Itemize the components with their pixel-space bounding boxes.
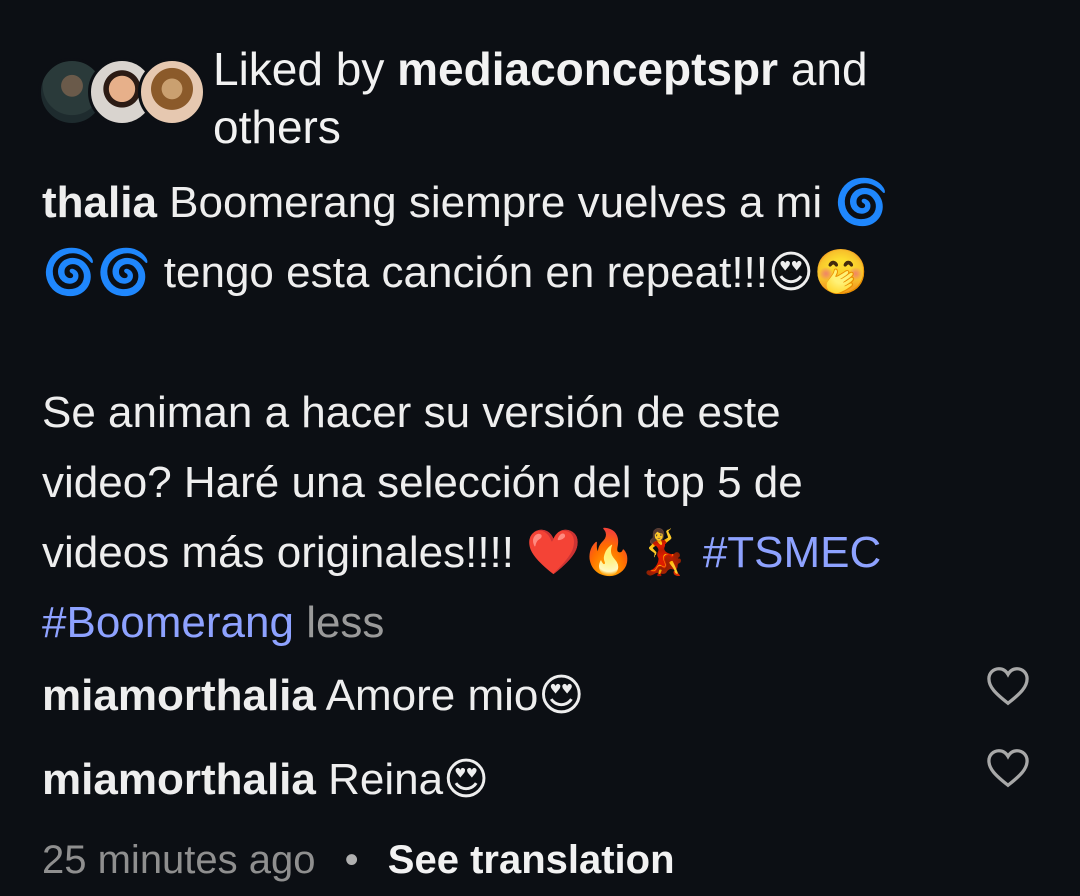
comment: miamorthalia Amore mio😍 — [42, 666, 1042, 726]
heart-outline-icon[interactable] — [986, 666, 1030, 706]
caption-line-3: Se animan a hacer su versión de este — [42, 388, 781, 437]
hashtag-tsmec[interactable]: #TSMEC — [703, 528, 881, 577]
liker-avatars[interactable] — [38, 58, 206, 128]
see-translation-button[interactable]: See translation — [388, 838, 675, 882]
comment: miamorthalia Reina😍 — [42, 750, 1042, 810]
post-caption: thalia Boomerang siempre vuelves a mi 🌀 … — [42, 168, 1042, 658]
caption-line-5: videos más originales!!!! ❤️🔥💃 — [42, 528, 691, 577]
liked-by-row[interactable]: Liked by mediaconceptspr and others — [38, 40, 1038, 153]
separator-dot: • — [344, 838, 359, 882]
caption-line-1: Boomerang siempre vuelves a mi 🌀 — [169, 178, 890, 227]
liked-by-suffix: and — [790, 43, 868, 95]
comment-user[interactable]: miamorthalia — [42, 755, 316, 804]
post-footer: 25 minutes ago • See translation — [42, 832, 675, 888]
hashtag-boomerang[interactable]: #Boomerang — [42, 598, 294, 647]
comment-text: Amore mio😍 — [325, 671, 585, 720]
liked-by-user[interactable]: mediaconceptspr — [397, 43, 778, 95]
caption-author[interactable]: thalia — [42, 178, 157, 227]
liked-by-prefix: Liked by — [213, 43, 385, 95]
caption-line-4: video? Haré una selección del top 5 de — [42, 458, 803, 507]
comment-user[interactable]: miamorthalia — [42, 671, 316, 720]
comment-text: Reina😍 — [328, 755, 489, 804]
post-time: 25 minutes ago — [42, 838, 316, 882]
liked-by-text[interactable]: Liked by mediaconceptspr and others — [213, 40, 1013, 156]
liked-by-others[interactable]: others — [213, 101, 341, 153]
heart-outline-icon[interactable] — [986, 748, 1030, 788]
caption-line-2: 🌀🌀 tengo esta canción en repeat!!!😍🤭 — [42, 248, 869, 297]
avatar — [138, 58, 206, 126]
less-link[interactable]: less — [306, 598, 384, 647]
